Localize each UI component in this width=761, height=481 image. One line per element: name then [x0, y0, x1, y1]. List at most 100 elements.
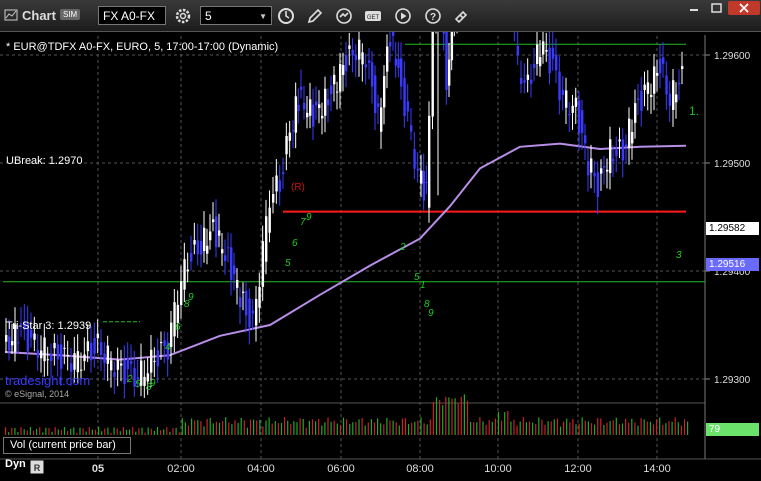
volume-bar — [587, 421, 589, 435]
time-scale-icon[interactable]: R — [30, 460, 44, 474]
close-icon[interactable] — [728, 1, 760, 15]
volume-bar — [129, 429, 131, 435]
tristar-label: Tri-Star 3: 1.2939 — [6, 320, 92, 332]
candle-body — [63, 347, 66, 349]
volume-bar — [156, 427, 159, 435]
candle-body — [603, 166, 606, 168]
volume-bar — [649, 421, 651, 435]
candle-body — [272, 194, 275, 203]
get-data-icon[interactable]: GET — [364, 7, 382, 25]
candle-body — [86, 341, 90, 352]
candle-body — [448, 59, 451, 86]
volume-bar — [290, 423, 292, 435]
volume-bar — [640, 418, 642, 435]
play-icon[interactable] — [394, 7, 412, 25]
volume-bars — [5, 394, 689, 435]
help-icon[interactable]: ? — [424, 7, 442, 25]
candle-body — [186, 269, 190, 272]
volume-bar — [101, 431, 103, 435]
volume-bar — [36, 428, 38, 435]
volume-bar — [181, 417, 183, 435]
count-digit: 9 — [188, 292, 194, 303]
volume-bar — [119, 431, 121, 435]
volume-bar — [175, 427, 177, 435]
candle-body — [261, 241, 265, 287]
candle-body — [73, 353, 76, 370]
candle-body — [324, 88, 327, 116]
volume-bar — [470, 422, 472, 435]
candle-body — [126, 358, 130, 370]
count-digit: 3 — [676, 250, 682, 261]
volume-bar — [460, 396, 462, 435]
volume-bar — [197, 420, 199, 435]
dynamic-mode-label[interactable]: Dyn — [5, 458, 26, 470]
candle-body — [312, 104, 315, 127]
volume-bar — [541, 419, 543, 435]
volume-bar — [218, 422, 221, 435]
candle-body — [315, 101, 318, 106]
volume-bar — [355, 421, 357, 435]
volume-bar — [141, 427, 143, 435]
candle-body — [50, 354, 53, 362]
volume-bar — [271, 423, 273, 435]
link-icon[interactable] — [452, 7, 470, 25]
esignal-copyright: © eSignal, 2014 — [5, 389, 70, 399]
candle-body — [618, 139, 621, 142]
candles — [5, 32, 684, 399]
volume-bar — [116, 428, 118, 435]
candle-body — [5, 335, 8, 342]
volume-bar — [163, 429, 165, 435]
volume-bar — [280, 422, 283, 435]
candle-body — [584, 135, 587, 144]
minimize-icon[interactable] — [684, 1, 704, 15]
candle-body — [530, 79, 533, 84]
volume-title-box[interactable]: Vol (current price bar) — [3, 437, 131, 454]
time-tick-label: 04:00 — [247, 463, 275, 475]
volume-bar — [107, 427, 109, 435]
refresh-icon[interactable] — [335, 7, 353, 25]
candle-body — [358, 39, 361, 60]
volume-bar — [70, 428, 72, 435]
candle-body — [100, 342, 103, 355]
price-chart[interactable]: 258946895679251893 1.299001.298001.29700… — [0, 32, 761, 481]
volume-bar — [408, 424, 410, 435]
count-digit: 9 — [428, 308, 434, 319]
interval-select[interactable]: 5 ▼ — [200, 6, 272, 25]
volume-bar — [308, 420, 310, 435]
volume-bar — [144, 432, 146, 435]
volume-bar — [473, 422, 475, 435]
candle-body — [258, 286, 261, 308]
maximize-icon[interactable] — [706, 1, 726, 15]
volume-bar — [299, 418, 301, 435]
volume-bar — [82, 428, 84, 435]
volume-bar — [57, 429, 59, 435]
candle-body — [96, 333, 100, 339]
count-digit: 1 — [420, 280, 426, 291]
time-tick-label: 06:00 — [327, 463, 355, 475]
volume-bar — [209, 417, 211, 435]
candle-body — [675, 94, 678, 103]
tradesight-watermark: tradesight.com — [5, 373, 91, 388]
symbol-input[interactable]: ​FX A0-FX — [98, 6, 166, 25]
window-title: Chart — [22, 8, 56, 23]
candle-body — [646, 82, 650, 94]
volume-bar — [54, 427, 56, 435]
pencil-draw-icon[interactable] — [306, 7, 324, 25]
volume-bar — [485, 424, 487, 435]
candle-body — [218, 230, 221, 236]
candle-body — [160, 342, 163, 344]
candle-body — [230, 247, 233, 280]
time-tick-label: 10:00 — [484, 463, 512, 475]
volume-bar — [594, 424, 596, 435]
volume-bar — [45, 427, 47, 435]
candle-body — [351, 49, 354, 56]
price-tick-label: 1.29500 — [714, 159, 751, 170]
settings-gear-icon[interactable] — [174, 7, 192, 25]
candle-body — [590, 158, 593, 173]
candle-body — [516, 45, 520, 56]
volume-bar — [417, 420, 419, 435]
clock-icon[interactable] — [277, 7, 295, 25]
volume-bar — [432, 401, 434, 435]
volume-bar — [581, 417, 583, 435]
candle-body — [309, 99, 312, 116]
